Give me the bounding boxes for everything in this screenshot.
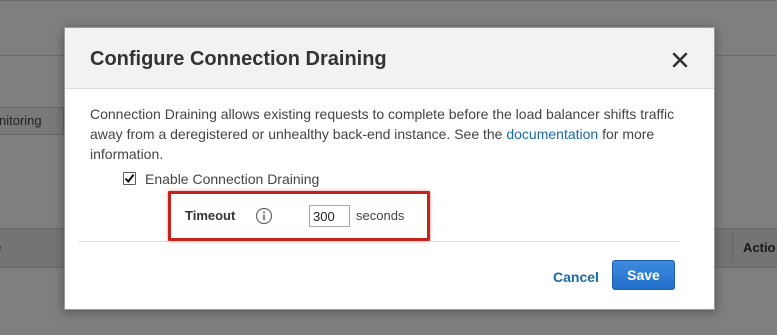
footer-divider xyxy=(79,241,680,242)
dialog-description: Connection Draining allows existing requ… xyxy=(90,104,690,164)
checkmark-icon xyxy=(124,174,135,184)
documentation-link[interactable]: documentation xyxy=(506,126,598,142)
timeout-label: Timeout xyxy=(185,208,236,223)
close-icon[interactable] xyxy=(669,49,691,71)
save-button[interactable]: Save xyxy=(612,260,675,290)
enable-connection-draining-checkbox[interactable] xyxy=(123,172,136,185)
enable-connection-draining-label[interactable]: Enable Connection Draining xyxy=(145,171,319,187)
timeout-input[interactable] xyxy=(309,205,350,227)
cancel-button[interactable]: Cancel xyxy=(553,269,599,285)
configure-connection-draining-dialog: Configure Connection Draining Connection… xyxy=(64,27,715,310)
dialog-header: Configure Connection Draining xyxy=(65,28,714,89)
timeout-unit-label: seconds xyxy=(356,208,405,223)
info-icon[interactable] xyxy=(255,207,273,225)
timeout-highlight-box: Timeout seconds xyxy=(168,191,430,241)
dialog-title: Configure Connection Draining xyxy=(90,48,387,70)
